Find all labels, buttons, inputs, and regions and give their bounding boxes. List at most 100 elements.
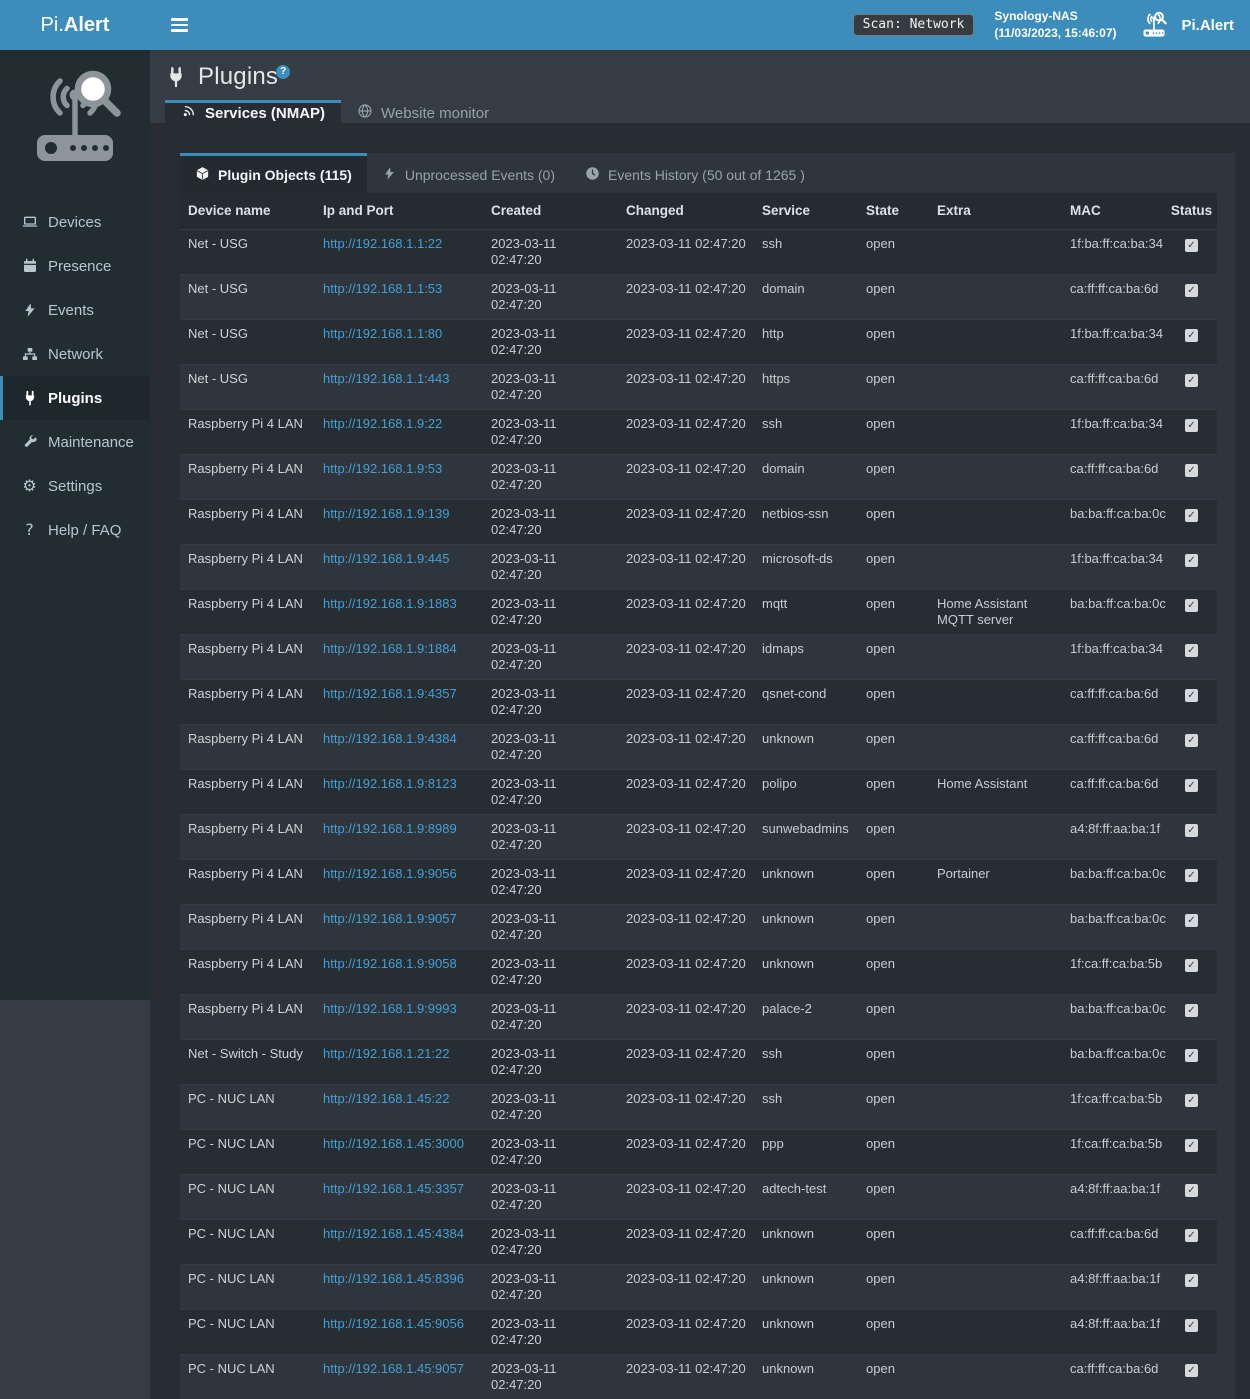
status-checkbox-checked[interactable]: ✓ [1185,1049,1198,1062]
sidebar-item-presence[interactable]: Presence [0,244,150,288]
status-checkbox-checked[interactable]: ✓ [1185,644,1198,657]
status-checkbox-checked[interactable]: ✓ [1185,1004,1198,1017]
status-checkbox-checked[interactable]: ✓ [1185,914,1198,927]
status-checkbox-checked[interactable]: ✓ [1185,419,1198,432]
ip-port-link[interactable]: http://192.168.1.9:9058 [323,956,457,971]
status-checkbox-checked[interactable]: ✓ [1185,464,1198,477]
status-checkbox-checked[interactable]: ✓ [1185,284,1198,297]
status-checkbox-checked[interactable]: ✓ [1185,554,1198,567]
ip-port-link[interactable]: http://192.168.1.1:22 [323,236,442,251]
sidebar-item-devices[interactable]: Devices [0,200,150,244]
state-cell: open [858,770,929,815]
sidebar-item-label: Network [48,346,103,363]
globe-icon [357,103,373,123]
ip-port-cell: http://192.168.1.45:4384 [315,1220,483,1265]
created-cell: 2023-03-11 02:47:20 [483,500,618,545]
brand-label: Pi.Alert [1181,17,1234,34]
ip-port-link[interactable]: http://192.168.1.9:53 [323,461,442,476]
status-checkbox-checked[interactable]: ✓ [1185,239,1198,252]
ip-port-link[interactable]: http://192.168.1.45:22 [323,1091,450,1106]
status-checkbox-checked[interactable]: ✓ [1185,1184,1198,1197]
status-checkbox-checked[interactable]: ✓ [1185,1094,1198,1107]
sidebar-item-maintenance[interactable]: Maintenance [0,420,150,464]
brand-link[interactable]: Pi.Alert [1136,10,1238,40]
column-header-mac[interactable]: MAC [1062,193,1166,230]
extra-cell [929,320,1062,365]
table-row: PC - NUC LANhttp://192.168.1.45:222023-0… [180,1085,1217,1130]
device-name-cell: Net - USG [180,365,315,410]
column-header-created[interactable]: Created [483,193,618,230]
column-header-changed[interactable]: Changed [618,193,754,230]
sidebar-item-plugins[interactable]: Plugins [0,376,150,420]
status-cell: ✓ [1166,635,1217,680]
status-checkbox-checked[interactable]: ✓ [1185,1274,1198,1287]
status-checkbox-checked[interactable]: ✓ [1185,779,1198,792]
ip-port-cell: http://192.168.1.1:22 [315,230,483,275]
column-header-status[interactable]: Status [1166,193,1217,230]
column-header-ip-and-port[interactable]: Ip and Port [315,193,483,230]
app-logo[interactable]: Pi.Alert [0,0,150,50]
column-header-device-name[interactable]: Device name [180,193,315,230]
extra-cell [929,500,1062,545]
ip-port-link[interactable]: http://192.168.1.9:4384 [323,731,457,746]
sidebar-item-network[interactable]: Network [0,332,150,376]
tab-services-nmap[interactable]: Services (NMAP) [165,100,341,123]
column-header-service[interactable]: Service [754,193,858,230]
sidebar-item-events[interactable]: Events [0,288,150,332]
status-checkbox-checked[interactable]: ✓ [1185,599,1198,612]
status-checkbox-checked[interactable]: ✓ [1185,959,1198,972]
status-checkbox-checked[interactable]: ✓ [1185,1229,1198,1242]
service-cell: ppp [754,1130,858,1175]
status-checkbox-checked[interactable]: ✓ [1185,734,1198,747]
status-cell: ✓ [1166,1310,1217,1355]
status-checkbox-checked[interactable]: ✓ [1185,869,1198,882]
ip-port-link[interactable]: http://192.168.1.9:9056 [323,866,457,881]
changed-cell: 2023-03-11 02:47:20 [618,770,754,815]
column-header-extra[interactable]: Extra [929,193,1062,230]
ip-port-link[interactable]: http://192.168.1.45:9057 [323,1361,464,1376]
ip-port-link[interactable]: http://192.168.1.9:8123 [323,776,457,791]
status-checkbox-checked[interactable]: ✓ [1185,329,1198,342]
ip-port-link[interactable]: http://192.168.1.1:443 [323,371,450,386]
tab-plugin-objects-115[interactable]: Plugin Objects (115) [180,153,367,193]
created-cell: 2023-03-11 02:47:20 [483,1130,618,1175]
ip-port-link[interactable]: http://192.168.1.9:9993 [323,1001,457,1016]
status-cell: ✓ [1166,1220,1217,1265]
ip-port-link[interactable]: http://192.168.1.9:445 [323,551,450,566]
ip-port-link[interactable]: http://192.168.1.45:8396 [323,1271,464,1286]
status-checkbox-checked[interactable]: ✓ [1185,1319,1198,1332]
ip-port-link[interactable]: http://192.168.1.45:3000 [323,1136,464,1151]
ip-port-link[interactable]: http://192.168.1.1:80 [323,326,442,341]
tab-unprocessed-events-0[interactable]: Unprocessed Events (0) [367,153,570,193]
ip-port-link[interactable]: http://192.168.1.21:22 [323,1046,450,1061]
ip-port-link[interactable]: http://192.168.1.9:4357 [323,686,457,701]
status-checkbox-checked[interactable]: ✓ [1185,689,1198,702]
sidebar-item-help-faq[interactable]: ?Help / FAQ [0,508,150,552]
status-checkbox-checked[interactable]: ✓ [1185,1364,1198,1377]
ip-port-link[interactable]: http://192.168.1.9:8989 [323,821,457,836]
table-row: Raspberry Pi 4 LANhttp://192.168.1.9:905… [180,860,1217,905]
ip-port-link[interactable]: http://192.168.1.1:53 [323,281,442,296]
ip-port-link[interactable]: http://192.168.1.45:9056 [323,1316,464,1331]
ip-port-link[interactable]: http://192.168.1.9:22 [323,416,442,431]
status-checkbox-checked[interactable]: ✓ [1185,824,1198,837]
tab-label: Unprocessed Events (0) [405,167,555,183]
column-header-state[interactable]: State [858,193,929,230]
ip-port-link[interactable]: http://192.168.1.45:3357 [323,1181,464,1196]
ip-port-link[interactable]: http://192.168.1.9:1884 [323,641,457,656]
tab-website-monitor[interactable]: Website monitor [341,100,505,123]
sidebar-item-settings[interactable]: ⚙Settings [0,464,150,508]
status-checkbox-checked[interactable]: ✓ [1185,374,1198,387]
status-cell: ✓ [1166,455,1217,500]
status-cell: ✓ [1166,590,1217,635]
status-checkbox-checked[interactable]: ✓ [1185,509,1198,522]
ip-port-link[interactable]: http://192.168.1.45:4384 [323,1226,464,1241]
help-badge[interactable]: ? [276,65,290,79]
tab-events-history-50-out-of-1265[interactable]: Events History (50 out of 1265 ) [570,153,820,193]
status-checkbox-checked[interactable]: ✓ [1185,1139,1198,1152]
ip-port-link[interactable]: http://192.168.1.9:139 [323,506,450,521]
hamburger-icon[interactable] [165,10,194,40]
ip-port-link[interactable]: http://192.168.1.9:1883 [323,596,457,611]
ip-port-link[interactable]: http://192.168.1.9:9057 [323,911,457,926]
table-row: Raspberry Pi 4 LANhttp://192.168.1.9:222… [180,410,1217,455]
